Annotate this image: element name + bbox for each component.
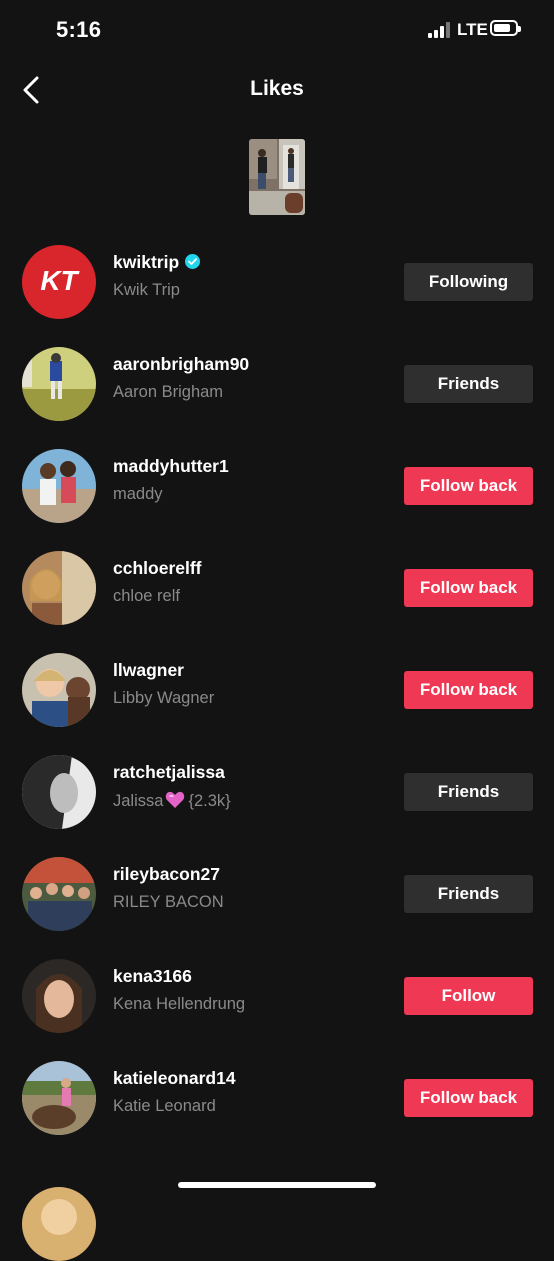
status-bar: 5:16 LTE bbox=[0, 0, 554, 60]
friends-button[interactable]: Friends bbox=[404, 875, 533, 913]
username[interactable]: rileybacon27 bbox=[113, 864, 220, 885]
avatar[interactable] bbox=[22, 653, 96, 727]
display-name: Libby Wagner bbox=[113, 689, 215, 707]
list-item[interactable]: aaronbrigham90 Aaron Brigham Friends bbox=[0, 347, 554, 449]
display-name: chloe relf bbox=[113, 587, 180, 605]
list-item[interactable]: llwagner Libby Wagner Follow back bbox=[0, 653, 554, 755]
display-name-suffix: {2.3k} bbox=[188, 792, 231, 810]
list-item[interactable]: maddyhutter1 maddy Follow back bbox=[0, 449, 554, 551]
display-name: maddy bbox=[113, 485, 163, 503]
battery-icon bbox=[490, 20, 521, 36]
display-name: Kwik Trip bbox=[113, 281, 180, 299]
username[interactable]: llwagner bbox=[113, 660, 184, 681]
list-item[interactable]: KT kwiktrip Kwik Trip Following bbox=[0, 245, 554, 347]
header: Likes bbox=[0, 60, 554, 120]
avatar[interactable] bbox=[22, 959, 96, 1033]
follow-button[interactable]: Follow bbox=[404, 977, 533, 1015]
video-thumbnail[interactable] bbox=[249, 139, 305, 215]
avatar[interactable] bbox=[22, 551, 96, 625]
friends-button[interactable]: Friends bbox=[404, 773, 533, 811]
avatar[interactable] bbox=[22, 449, 96, 523]
display-name: Jalissa {2.3k} bbox=[113, 791, 231, 811]
username[interactable]: ratchetjalissa bbox=[113, 762, 225, 783]
video-thumbnail-image bbox=[249, 139, 305, 215]
username[interactable]: cchloerelff bbox=[113, 558, 202, 579]
likes-list: KT kwiktrip Kwik Trip Following aaronbri… bbox=[0, 245, 554, 1163]
page-title: Likes bbox=[250, 77, 304, 100]
list-item[interactable]: ratchetjalissa Jalissa {2.3k} Friends bbox=[0, 755, 554, 857]
display-name: Kena Hellendrung bbox=[113, 995, 246, 1013]
display-name-text: Jalissa bbox=[113, 792, 164, 810]
list-item[interactable]: rileybacon27 RILEY BACON Friends bbox=[0, 857, 554, 959]
follow-back-button[interactable]: Follow back bbox=[404, 1079, 533, 1117]
home-indicator[interactable] bbox=[178, 1182, 376, 1188]
username[interactable]: kwiktrip bbox=[113, 252, 201, 273]
display-name: Katie Leonard bbox=[113, 1097, 216, 1115]
avatar[interactable] bbox=[22, 857, 96, 931]
avatar[interactable] bbox=[22, 347, 96, 421]
follow-back-button[interactable]: Follow back bbox=[404, 467, 533, 505]
username[interactable]: kena3166 bbox=[113, 966, 192, 987]
following-button[interactable]: Following bbox=[404, 263, 533, 301]
avatar[interactable] bbox=[22, 1061, 96, 1135]
username[interactable]: aaronbrigham90 bbox=[113, 354, 249, 375]
status-time: 5:16 bbox=[56, 17, 102, 42]
display-name: RILEY BACON bbox=[113, 893, 224, 911]
username-text: kwiktrip bbox=[113, 252, 180, 272]
list-item[interactable]: kena3166 Kena Hellendrung Follow bbox=[0, 959, 554, 1061]
verified-badge-icon bbox=[185, 254, 201, 269]
username[interactable]: katieleonard14 bbox=[113, 1068, 236, 1089]
username[interactable]: maddyhutter1 bbox=[113, 456, 229, 477]
display-name: Aaron Brigham bbox=[113, 383, 224, 401]
avatar[interactable]: KT bbox=[22, 245, 96, 319]
network-type: LTE bbox=[457, 20, 488, 39]
avatar[interactable] bbox=[22, 755, 96, 829]
heart-emoji-icon bbox=[166, 791, 185, 808]
cellular-signal-icon bbox=[428, 22, 450, 38]
svg-text:KT: KT bbox=[40, 265, 80, 296]
list-item[interactable]: cchloerelff chloe relf Follow back bbox=[0, 551, 554, 653]
follow-back-button[interactable]: Follow back bbox=[404, 671, 533, 709]
list-item[interactable]: katieleonard14 Katie Leonard Follow back bbox=[0, 1061, 554, 1163]
friends-button[interactable]: Friends bbox=[404, 365, 533, 403]
avatar[interactable] bbox=[22, 1187, 96, 1261]
follow-back-button[interactable]: Follow back bbox=[404, 569, 533, 607]
